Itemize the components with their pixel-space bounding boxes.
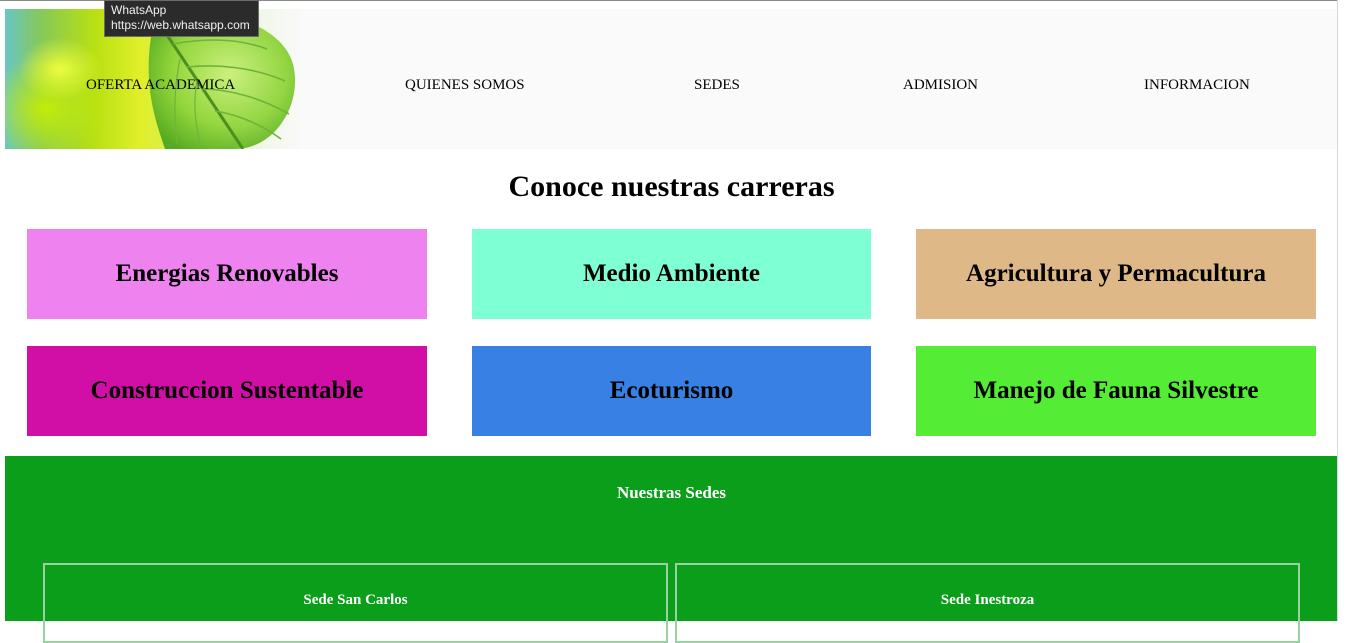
tooltip-url: https://web.whatsapp.com [111,18,250,32]
sedes-section: Nuestras Sedes Sede San Carlos Sede Ines… [5,456,1338,643]
career-card-agricultura-permacultura[interactable]: Agricultura y Permacultura [916,229,1316,319]
nav-sedes[interactable]: SEDES [694,77,740,94]
sede-card-inestroza[interactable]: Sede Inestroza [675,563,1300,643]
nav-informacion[interactable]: INFORMACION [1144,77,1250,94]
page-title: Conoce nuestras carreras [508,170,835,203]
sede-label: Sede San Carlos [303,592,408,608]
nav-oferta-academica[interactable]: OFERTA ACADEMICA [86,77,235,94]
sedes-title: Nuestras Sedes [616,483,727,502]
career-card-medio-ambiente[interactable]: Medio Ambiente [472,229,871,319]
page-scrollbar[interactable] [1337,0,1347,621]
sede-label: Sede Inestroza [940,592,1035,608]
career-card-construccion-sustentable[interactable]: Construccion Sustentable [27,346,427,436]
career-card-energias-renovables[interactable]: Energias Renovables [27,229,427,319]
sede-card-san-carlos[interactable]: Sede San Carlos [43,563,668,643]
link-tooltip: WhatsApp https://web.whatsapp.com [104,0,259,37]
nav-admision[interactable]: ADMISION [903,77,978,94]
tooltip-title: WhatsApp [111,3,167,17]
career-card-ecoturismo[interactable]: Ecoturismo [472,346,871,436]
career-card-manejo-fauna-silvestre[interactable]: Manejo de Fauna Silvestre [916,346,1316,436]
nav-quienes-somos[interactable]: QUIENES SOMOS [405,77,525,94]
